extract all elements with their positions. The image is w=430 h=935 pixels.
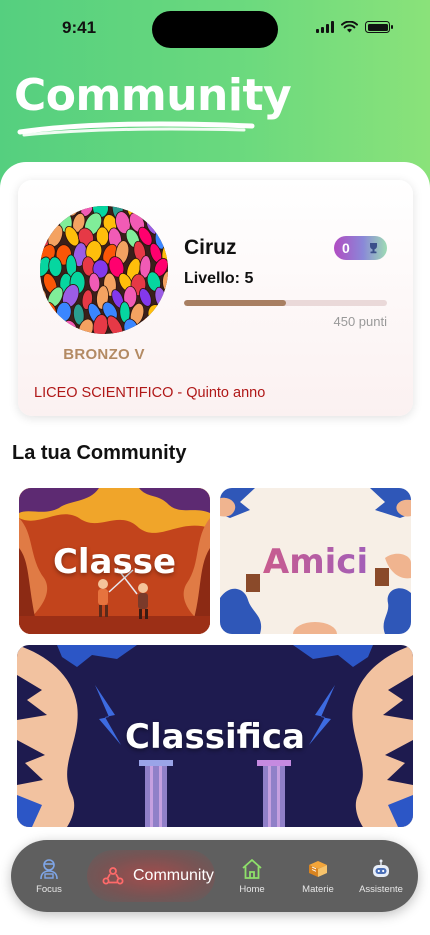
avatar-leaf (40, 206, 48, 219)
points-text: 450 punti (333, 314, 388, 329)
level-text: Livello: 5 (184, 270, 254, 287)
school-text: LICEO SCIENTIFICO - Quinto anno (34, 385, 266, 401)
tab-focus-label: Focus (36, 884, 62, 895)
status-time: 9:41 (62, 18, 97, 37)
section-title: La tua Community (12, 442, 187, 464)
wifi-icon (341, 21, 358, 33)
avatar-leaf (154, 206, 168, 219)
avatar-leaf (162, 303, 168, 325)
tab-materie-label: Materie (302, 884, 334, 895)
tab-assistente-label: Assistente (359, 884, 403, 895)
classifica-label: Classifica (125, 717, 305, 757)
avatar-leaf (47, 206, 63, 220)
status-bar: 9:41 (0, 0, 430, 56)
assistente-icon (373, 859, 389, 877)
status-icons (316, 21, 393, 33)
tab-home[interactable]: Home (231, 840, 273, 912)
tab-bar: Focus Community Home Materie Assistente (11, 840, 418, 912)
amici-tile[interactable]: Amici (220, 488, 411, 634)
home-icon (242, 859, 262, 879)
classifica-tile[interactable]: Classifica (17, 645, 413, 827)
user-name: Ciruz (184, 236, 237, 259)
trophy-badge[interactable]: 0 (334, 236, 387, 260)
tab-focus[interactable]: Focus (29, 840, 69, 912)
level-progress-bar (184, 300, 387, 306)
page-title: Community (14, 70, 292, 121)
classe-label: Classe (52, 542, 177, 582)
avatar-leaf (48, 318, 62, 334)
tab-community[interactable]: Community (87, 850, 215, 902)
avatar[interactable] (40, 206, 168, 334)
tab-materie[interactable]: Materie (295, 840, 341, 912)
classe-tile[interactable]: Classe (19, 488, 210, 634)
amici-label: Amici (220, 542, 411, 582)
rank-label: BRONZO V (63, 346, 145, 363)
avatar-image (40, 206, 168, 334)
trophy-icon (370, 243, 377, 254)
profile-card[interactable]: BRONZO V Ciruz 0 Livello: 5 450 punti LI… (18, 180, 413, 416)
title-underline (17, 121, 255, 137)
tab-community-label: Community (133, 867, 214, 884)
avatar-leaf (164, 212, 168, 232)
tab-assistente[interactable]: Assistente (357, 840, 405, 912)
community-icon (102, 867, 124, 885)
signal-icon (316, 21, 334, 33)
materie-icon (309, 861, 327, 877)
avatar-leaf (40, 318, 48, 334)
level-progress-fill (184, 300, 286, 306)
tab-home-label: Home (239, 884, 265, 895)
avatar-leaf (155, 315, 168, 334)
focus-icon (40, 859, 58, 880)
trophy-count: 0 (342, 240, 350, 256)
battery-icon (365, 21, 393, 33)
dynamic-island (152, 11, 278, 48)
